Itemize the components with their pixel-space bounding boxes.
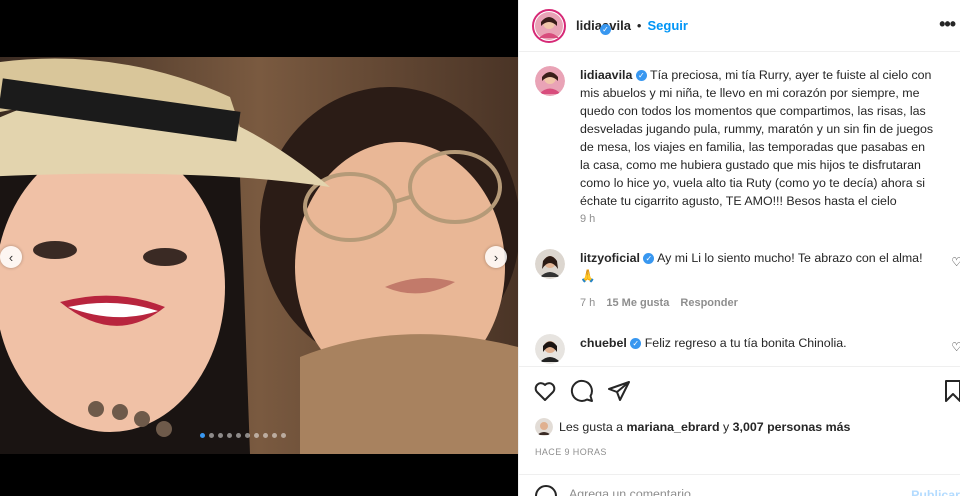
share-paper-plane-icon[interactable] <box>607 379 631 403</box>
post-timestamp[interactable]: HACE 9 HORAS <box>535 447 607 457</box>
carousel-dot <box>281 433 286 438</box>
likes-others[interactable]: 3,007 personas más <box>733 420 851 434</box>
carousel-dot <box>254 433 259 438</box>
verified-badge-icon: ✓ <box>630 338 642 350</box>
like-comment-heart-icon[interactable]: ♡ <box>951 340 960 354</box>
commenter-username[interactable]: litzyoficial <box>580 251 640 265</box>
likes-summary: Les gusta a mariana_ebrard y 3,007 perso… <box>535 418 850 436</box>
commenter-username[interactable]: chuebel <box>580 336 627 350</box>
carousel-dot <box>218 433 223 438</box>
carousel-next-button[interactable]: › <box>485 246 507 268</box>
chevron-right-icon: › <box>493 249 499 265</box>
carousel-dot <box>200 433 205 438</box>
like-comment-heart-icon[interactable]: ♡ <box>951 255 960 269</box>
caption-meta: 9 h <box>580 213 603 225</box>
comment-likes[interactable]: 15 Me gusta <box>606 297 669 309</box>
comments-list: lidiaavila ✓ Tía preciosa, mi tía Rurry,… <box>519 53 960 366</box>
carousel-dot <box>263 433 268 438</box>
verified-badge-icon: ✓ <box>643 253 655 265</box>
comment-bubble-icon[interactable] <box>570 379 594 403</box>
post-photo[interactable] <box>0 57 518 454</box>
liker-avatar[interactable] <box>535 418 553 436</box>
caption-text: Tía preciosa, mi tía Rurry, ayer te fuis… <box>580 68 934 208</box>
liker-username[interactable]: mariana_ebrard <box>627 420 720 434</box>
save-bookmark-icon[interactable] <box>941 379 960 403</box>
carousel-prev-button[interactable]: ‹ <box>0 246 22 268</box>
author-avatar[interactable] <box>532 8 566 43</box>
comment-text: Feliz regreso a tu tía bonita Chinolia. <box>644 336 847 350</box>
comment-meta: 7 h 15 Me gusta Responder <box>580 297 746 309</box>
reply-button[interactable]: Responder <box>680 297 737 309</box>
commenter-avatar[interactable] <box>535 249 565 279</box>
carousel-dot <box>236 433 241 438</box>
comment-body: litzyoficial ✓ Ay mi Li lo siento mucho!… <box>580 249 936 285</box>
commenter-avatar[interactable] <box>535 334 565 364</box>
comment-body: chuebel ✓ Feliz regreso a tu tía bonita … <box>580 334 936 352</box>
like-heart-icon[interactable] <box>533 379 557 403</box>
likes-connector: y <box>722 420 730 434</box>
comment-text: Ay mi Li lo siento mucho! Te abrazo con … <box>657 251 923 265</box>
media-viewer: ‹ › <box>0 0 518 496</box>
add-comment-bar: Publicar <box>519 474 960 496</box>
header-separator: • <box>636 18 642 33</box>
more-options-icon[interactable]: ••• <box>939 14 956 35</box>
photo-illustration <box>0 57 518 454</box>
post-detail-panel: lidiaavila • Seguir ✓ ••• lidiaavila ✓ T… <box>518 0 960 496</box>
post-header: lidiaavila • Seguir ✓ ••• <box>519 0 960 52</box>
carousel-dot <box>209 433 214 438</box>
likes-prefix: Les gusta a <box>559 420 624 434</box>
publish-button[interactable]: Publicar <box>911 488 960 496</box>
carousel-dot <box>245 433 250 438</box>
comment-input[interactable] <box>569 487 869 496</box>
comment-emoji: 🙏 <box>580 269 596 283</box>
caption-author-avatar[interactable] <box>535 66 565 96</box>
verified-badge-icon: ✓ <box>635 70 647 82</box>
carousel-dot <box>272 433 277 438</box>
verified-badge-icon: ✓ <box>600 24 611 35</box>
follow-button[interactable]: Seguir <box>647 18 687 33</box>
emoji-picker-icon[interactable] <box>535 485 557 496</box>
carousel-indicator <box>200 433 286 438</box>
chevron-left-icon: ‹ <box>8 249 14 265</box>
caption-time[interactable]: 9 h <box>580 213 595 225</box>
comment-time[interactable]: 7 h <box>580 297 595 309</box>
caption-body: lidiaavila ✓ Tía preciosa, mi tía Rurry,… <box>580 66 936 210</box>
carousel-dot <box>227 433 232 438</box>
action-bar <box>519 366 960 416</box>
caption-username[interactable]: lidiaavila <box>580 68 632 82</box>
